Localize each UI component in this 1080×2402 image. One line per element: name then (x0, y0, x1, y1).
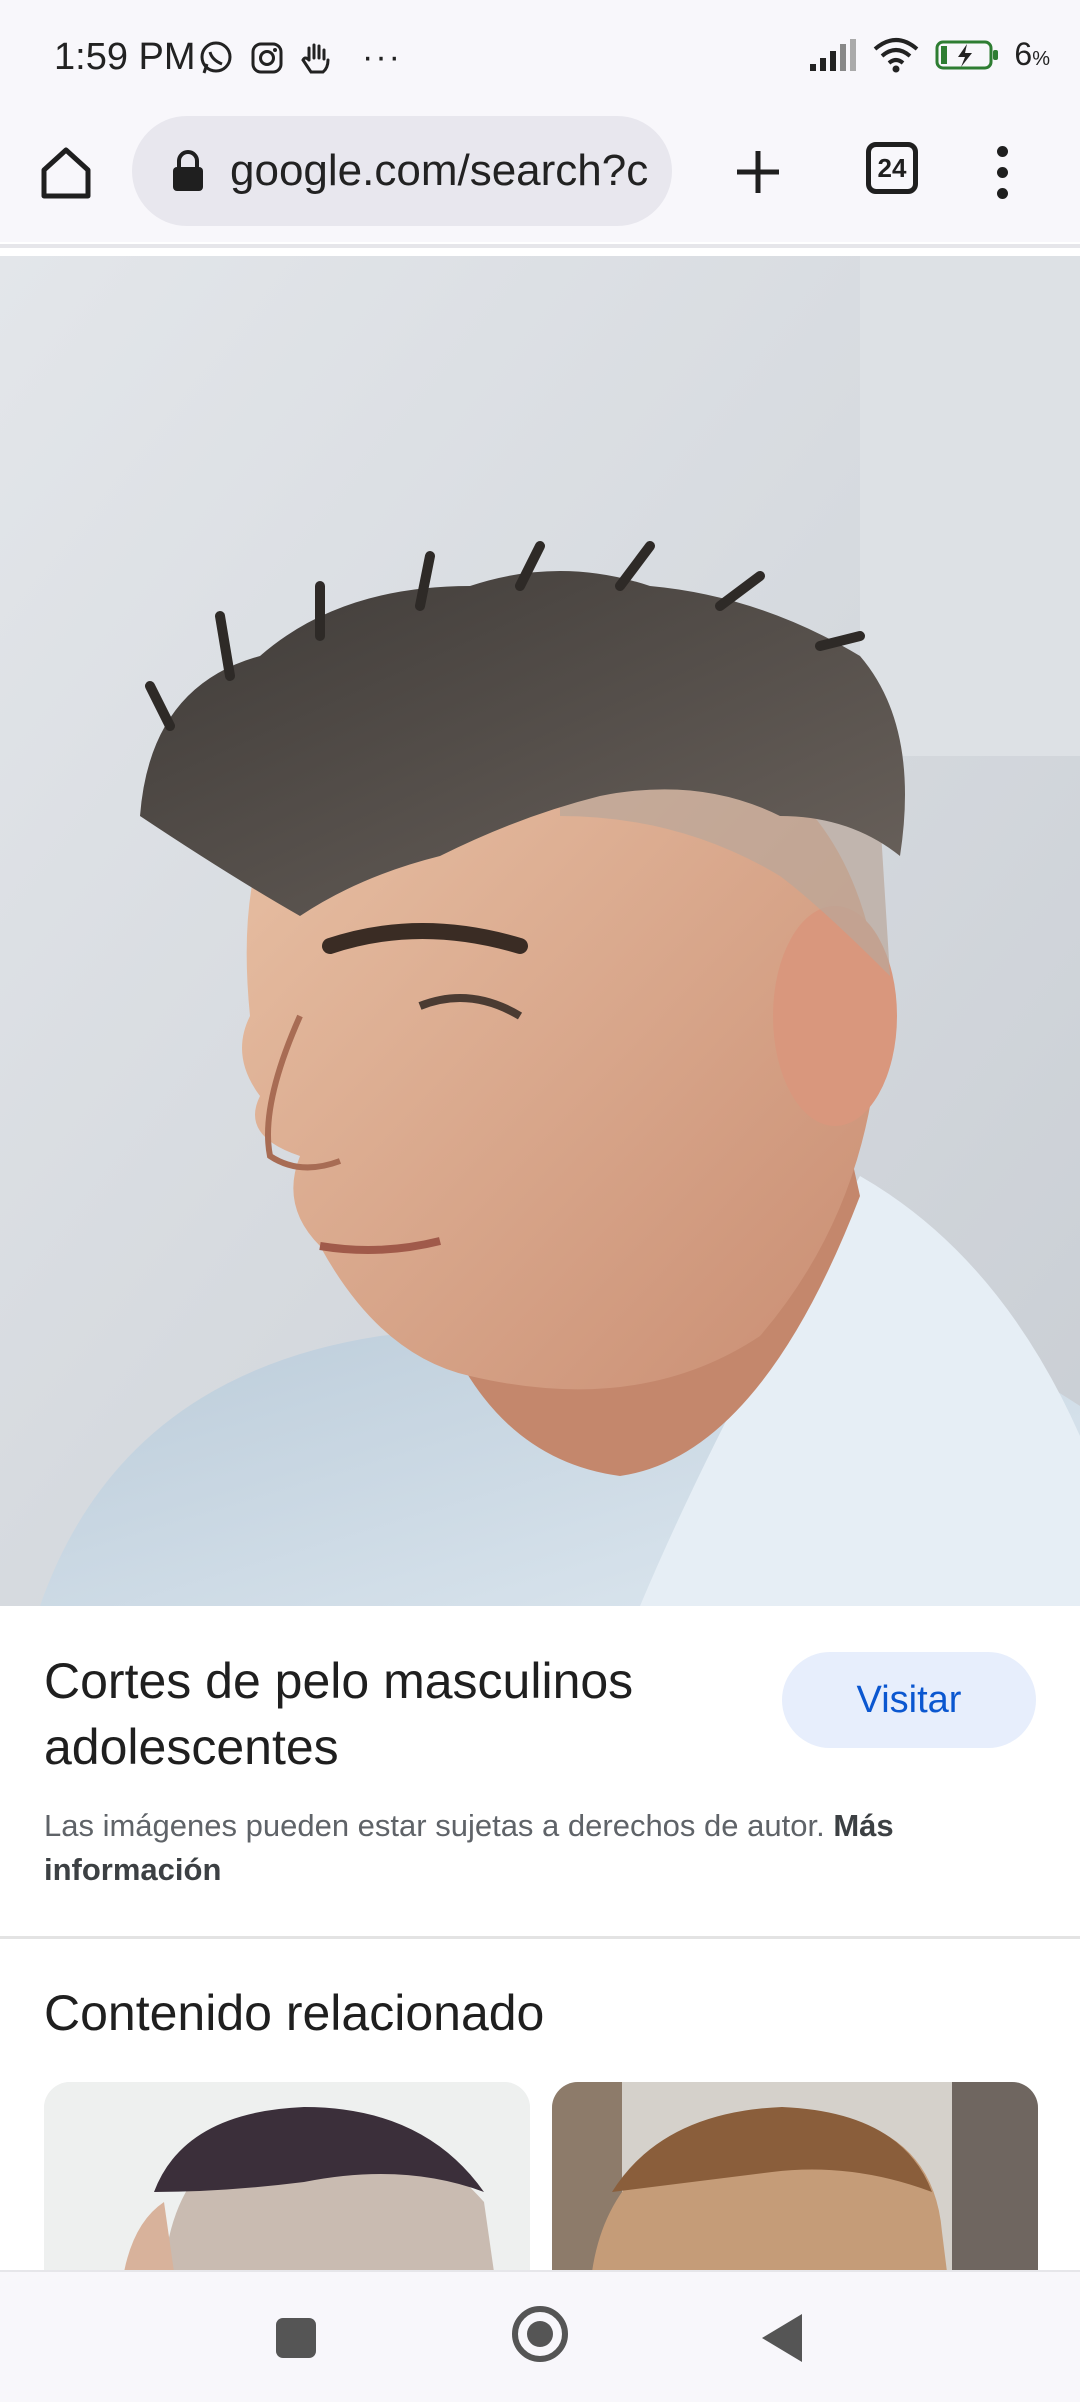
new-tab-button[interactable] (722, 136, 794, 208)
url-text[interactable]: google.com/search?c (230, 146, 660, 196)
status-time: 1:59 PM (54, 36, 196, 78)
more-menu-button[interactable] (970, 136, 1034, 208)
battery-percent: 6% (1014, 36, 1050, 72)
whatsapp-icon (200, 41, 232, 73)
copyright-notice: Las imágenes pueden estar sujetas a dere… (44, 1804, 1004, 1892)
back-button[interactable] (762, 2314, 802, 2362)
haircut-photo (0, 256, 1080, 1606)
related-thumbnail[interactable] (552, 2082, 1038, 2272)
home-icon (41, 147, 91, 199)
wifi-icon (874, 37, 919, 72)
related-thumbnail[interactable] (44, 2082, 530, 2272)
thumbnail-image (44, 2082, 530, 2272)
address-bar[interactable]: google.com/search?c (132, 116, 672, 226)
signal-icon (810, 38, 857, 71)
menu-dot (996, 145, 1008, 157)
thumbnail-image (552, 2082, 1038, 2272)
browser-toolbar: google.com/search?c 24 (0, 110, 1080, 242)
instagram-icon (251, 42, 283, 73)
related-heading: Contenido relacionado (44, 1985, 545, 2041)
copyright-text: Las imágenes pueden estar sujetas a dere… (44, 1808, 825, 1843)
hand-icon (301, 43, 330, 73)
preview-image[interactable] (0, 256, 1080, 1606)
status-indicators: 6% (808, 36, 1050, 73)
menu-dot (996, 166, 1008, 178)
more-notifications-icon: ··· (362, 38, 402, 76)
recents-button[interactable] (276, 2318, 316, 2358)
result-title: Cortes de pelo masculinos adolescentes (44, 1653, 634, 1775)
home-button[interactable] (30, 136, 102, 208)
battery-charging-icon (935, 40, 999, 69)
toolbar-divider (0, 244, 1080, 248)
section-divider (0, 1936, 1080, 1939)
system-home-button[interactable] (512, 2306, 568, 2362)
lock-icon (173, 150, 203, 191)
status-bar: 1:59 PM ··· 6% (0, 0, 1080, 110)
visit-button[interactable]: Visitar (782, 1652, 1036, 1748)
notification-icons: ··· (198, 38, 402, 77)
menu-dot (996, 187, 1008, 199)
system-nav-bar (0, 2270, 1080, 2402)
tab-switcher-button[interactable]: 24 (866, 142, 918, 194)
plus-icon (737, 151, 779, 193)
